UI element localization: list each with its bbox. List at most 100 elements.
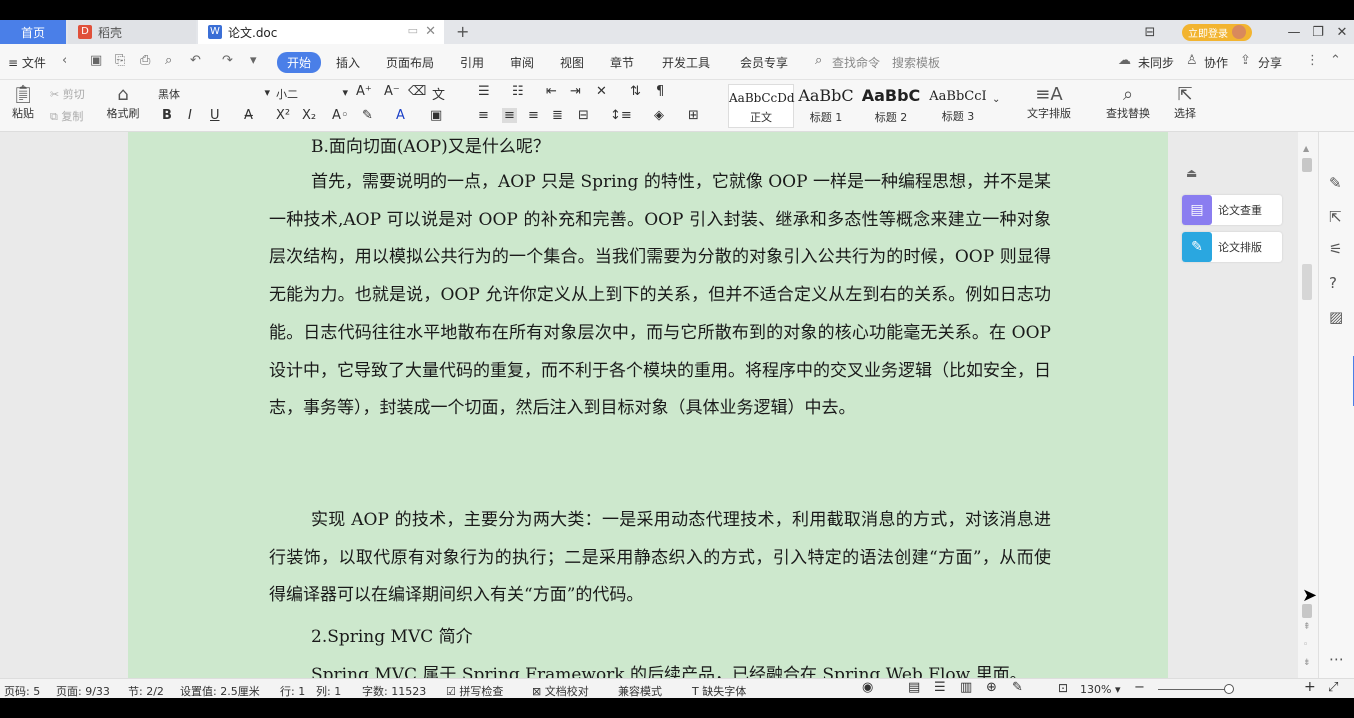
undo-icon[interactable]: ↶: [190, 53, 201, 68]
cut-button[interactable]: ✂ 剪切: [50, 86, 85, 102]
bold-icon[interactable]: B: [162, 108, 172, 123]
menu-references[interactable]: 引用: [460, 54, 484, 71]
missing-font-button[interactable]: T 缺失字体: [692, 683, 746, 699]
collapse-ribbon-icon[interactable]: ⌃: [1330, 53, 1341, 68]
settings-sliders-icon[interactable]: ⚟: [1329, 240, 1342, 258]
underline-icon[interactable]: U: [210, 108, 220, 123]
borders-icon[interactable]: ⊞: [688, 108, 699, 123]
proofread-button[interactable]: ⊠ 文档校对: [532, 683, 589, 699]
strikethrough-icon[interactable]: A̶: [244, 108, 253, 123]
justify-icon[interactable]: ≣: [552, 108, 563, 123]
sort-icon[interactable]: ⇅: [630, 84, 641, 99]
pinyin-icon[interactable]: 文: [432, 84, 445, 103]
menu-view[interactable]: 视图: [560, 54, 584, 71]
zoom-slider-knob[interactable]: [1224, 684, 1234, 694]
menu-developer[interactable]: 开发工具: [662, 54, 710, 71]
text-layout-button[interactable]: ≡A 文字排版: [1018, 84, 1080, 121]
styles-more-icon[interactable]: ⌄: [992, 94, 1000, 105]
text-effect-icon[interactable]: A◦: [332, 108, 349, 123]
font-name-select[interactable]: 黑体 ▾: [158, 86, 270, 102]
login-badge[interactable]: 立即登录: [1182, 23, 1252, 41]
close-window-button[interactable]: ✕: [1330, 25, 1354, 40]
fit-page-icon[interactable]: ⊡: [1058, 681, 1068, 695]
sync-status[interactable]: 未同步: [1138, 54, 1174, 71]
grow-font-icon[interactable]: A⁺: [356, 84, 372, 99]
menu-page-layout[interactable]: 页面布局: [386, 54, 434, 71]
chevron-left-icon[interactable]: ‹: [62, 53, 67, 68]
more-options-icon[interactable]: ⋯: [1329, 650, 1344, 668]
export-icon[interactable]: ⎘: [115, 53, 125, 68]
thesis-layout-button[interactable]: ✎ 论文排版: [1182, 232, 1282, 262]
tab-home[interactable]: 首页: [0, 20, 66, 44]
zoom-in-button[interactable]: +: [1304, 679, 1316, 695]
preview-icon[interactable]: ⌕: [165, 53, 172, 68]
zoom-out-button[interactable]: −: [1134, 680, 1145, 695]
document-page[interactable]: B.面向切面(AOP)又是什么呢？ 首先，需要说明的一点，AOP 只是 Spri…: [128, 132, 1168, 678]
shading-icon[interactable]: ◈: [654, 108, 664, 123]
style-normal[interactable]: AaBbCcDd 正文: [728, 84, 795, 128]
image-icon[interactable]: ▨: [1329, 308, 1343, 326]
style-heading1[interactable]: AaBbC 标题 1: [796, 84, 856, 128]
help-icon[interactable]: ?: [1329, 274, 1337, 292]
paste-button[interactable]: 📋︎ 粘贴: [6, 84, 40, 121]
scroll-thumb[interactable]: [1302, 264, 1312, 300]
pen-icon[interactable]: ✎: [1329, 174, 1342, 192]
more-quick-access-icon[interactable]: ▾: [250, 53, 257, 68]
web-view-icon[interactable]: ⊕: [986, 680, 997, 695]
search-template[interactable]: 搜索模板: [892, 54, 940, 71]
distributed-icon[interactable]: ⊟: [578, 108, 589, 123]
scroll-up-icon[interactable]: ▲: [1303, 144, 1309, 153]
more-icon[interactable]: ⋮: [1306, 53, 1319, 68]
status-word-count[interactable]: 字数: 11523: [362, 683, 426, 699]
collab-button[interactable]: 协作: [1204, 54, 1228, 71]
shrink-font-icon[interactable]: A⁻: [384, 84, 400, 99]
status-section[interactable]: 节: 2/2: [128, 683, 164, 699]
float-window-icon[interactable]: ▭: [408, 24, 418, 37]
align-left-icon[interactable]: ≡: [478, 108, 489, 123]
menu-member[interactable]: 会员专享: [740, 54, 788, 71]
menu-insert[interactable]: 插入: [336, 54, 360, 71]
char-border-icon[interactable]: ▣: [430, 108, 442, 123]
style-heading2[interactable]: AaBbC 标题 2: [860, 84, 922, 128]
save-icon[interactable]: ▣: [90, 53, 102, 68]
line-spacing-icon[interactable]: ↕≡: [610, 108, 632, 123]
font-color-icon[interactable]: A: [396, 108, 405, 123]
layout-icon[interactable]: ⊟: [1138, 25, 1162, 40]
prev-page-icon[interactable]: ⇞: [1303, 622, 1311, 632]
spell-check-toggle[interactable]: ☑ 拼写检查: [446, 683, 503, 699]
increase-indent-icon[interactable]: ⇥: [570, 84, 581, 99]
eye-protection-icon[interactable]: ◉: [862, 680, 873, 695]
menu-chapter[interactable]: 章节: [610, 54, 634, 71]
redo-icon[interactable]: ↷: [222, 53, 233, 68]
menu-review[interactable]: 审阅: [510, 54, 534, 71]
reading-view-icon[interactable]: ▥: [960, 680, 972, 695]
file-menu[interactable]: ≡ 文件: [8, 54, 46, 71]
thesis-check-button[interactable]: ▤ 论文查重: [1182, 195, 1282, 225]
close-tab-icon[interactable]: ✕: [425, 24, 436, 39]
fullscreen-icon[interactable]: ⤢: [1328, 680, 1338, 695]
bullet-list-icon[interactable]: ☰: [478, 84, 490, 99]
page-view-icon[interactable]: ▤: [908, 680, 920, 695]
zoom-level[interactable]: 130% ▾: [1080, 683, 1120, 696]
align-right-icon[interactable]: ≡: [528, 108, 539, 123]
superscript-icon[interactable]: X²: [276, 108, 290, 123]
italic-icon[interactable]: I: [188, 108, 192, 123]
document-area[interactable]: B.面向切面(AOP)又是什么呢？ 首先，需要说明的一点，AOP 只是 Spri…: [0, 132, 1298, 678]
select-button[interactable]: ⇱ 选择: [1166, 84, 1204, 121]
highlight-icon[interactable]: ✎: [362, 108, 373, 123]
new-tab-button[interactable]: +: [456, 22, 469, 41]
numbered-list-icon[interactable]: ☷: [512, 84, 524, 99]
minimize-button[interactable]: —: [1282, 25, 1306, 40]
show-marks-icon[interactable]: ¶: [656, 84, 664, 99]
align-center-icon[interactable]: ≡: [502, 108, 517, 123]
collapse-panel-icon[interactable]: ⏏: [1186, 166, 1197, 180]
chinese-layout-icon[interactable]: ✕: [596, 84, 607, 99]
status-setting[interactable]: 设置值: 2.5厘米: [180, 683, 260, 699]
clear-format-icon[interactable]: ⌫: [408, 84, 426, 99]
style-heading3[interactable]: AaBbCcI 标题 3: [926, 84, 990, 128]
subscript-icon[interactable]: X₂: [302, 108, 316, 123]
next-page-icon[interactable]: ⇟: [1303, 658, 1311, 668]
print-icon[interactable]: ⎙: [140, 53, 150, 68]
outline-view-icon[interactable]: ☰: [934, 680, 946, 695]
write-mode-icon[interactable]: ✎: [1012, 680, 1023, 695]
